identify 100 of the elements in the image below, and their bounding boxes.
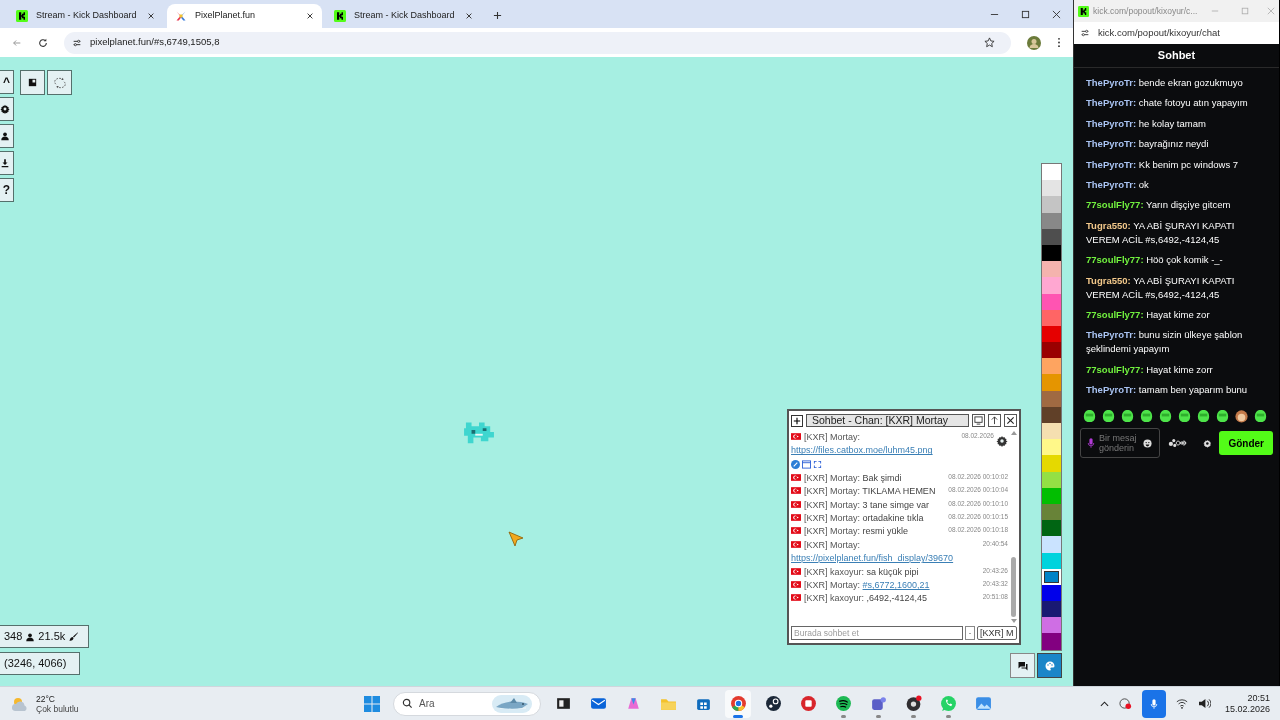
emote-icon[interactable] [1253,407,1268,423]
color-swatch[interactable] [1042,536,1061,553]
color-swatch[interactable] [1042,601,1061,618]
chat-message: Tugra550: YA ABİ ŞURAYI KAPATI VEREM ACİL #s,6492,-4124,45 [1086,273,1236,302]
color-swatch[interactable] [1042,423,1061,440]
emote-icon[interactable] [1120,407,1135,423]
emote-icon[interactable] [1139,407,1154,423]
up-arrow-icon [990,416,999,425]
message-text: sa küçük pipi [866,566,919,577]
color-swatch[interactable] [1042,633,1061,650]
settings-icon [0,104,10,114]
message-text: resmi yükle [862,526,909,537]
security-icon[interactable] [1118,697,1132,710]
color-swatch[interactable] [1042,196,1061,213]
send-button[interactable]: Gönder [1219,431,1273,456]
search-field[interactable]: Ara [393,691,541,716]
clock-date: 15.02.2026 [1224,703,1270,715]
color-swatch[interactable] [1042,455,1061,472]
input-placeholder: Bir mesaj gönderin [1099,433,1138,454]
message-link[interactable]: https://pixelplanet.fun/fish_display/39670 [791,552,981,566]
new-tab-icon[interactable] [493,11,502,20]
flag-icon [791,594,801,602]
tab-title: PixelPlanet.fun [195,9,257,23]
address-bar[interactable]: pixelplanet.fun/#s,6749,1505,8 [64,31,1011,54]
message-author: [KXR] Mortay: [804,526,860,537]
close-button[interactable] [1004,414,1017,427]
color-swatch[interactable] [1042,439,1061,456]
color-swatch[interactable] [1042,520,1061,537]
tool-button[interactable] [20,70,45,95]
emote-icon[interactable] [1234,407,1249,423]
message-link[interactable]: #s,6772,1600,21 [862,580,930,591]
app-icon [974,695,992,712]
close-icon[interactable] [1052,9,1061,19]
color-swatch[interactable] [1042,277,1061,294]
url-text: pixelplanet.fun/#s,6749,1505,8 [90,35,220,50]
volume-icon[interactable] [1197,698,1211,709]
chat-input-field[interactable]: Burada sohbet et [791,626,963,640]
app-icon [799,695,817,712]
color-swatch[interactable] [1042,164,1061,181]
message-text: ortadakine tıkla [862,513,924,524]
close-icon[interactable] [465,12,473,20]
menu-button[interactable]: ^ [0,70,14,94]
color-swatch[interactable] [1042,358,1061,375]
chevron-up-icon[interactable] [1099,700,1109,707]
browser-tab[interactable]: Stream - Kick Dashboard [8,4,163,28]
address-bar[interactable]: kick.com/popout/kixoyur/chat [1074,22,1279,44]
windows-icon[interactable] [364,695,380,712]
browser-tab[interactable]: Stream - Kick Dashboard [326,4,481,28]
menu-icon[interactable] [1057,37,1061,48]
maximize-icon[interactable] [1021,9,1030,19]
maximize-button[interactable] [988,414,1001,427]
send-button[interactable]: · [965,626,975,640]
reload-icon[interactable] [38,37,48,48]
scroll-down-icon [1010,619,1017,623]
message-link[interactable]: https://files.catbox.moe/luhm45.png [791,444,960,458]
chat-message: ThePyroTr: bende ekran gozukmuyo [1086,76,1244,90]
chat-message: ThePyroTr: tamam ben yaparım bunu [1086,383,1249,398]
window-icon[interactable] [802,460,811,470]
emote-icon[interactable] [1196,407,1211,423]
message-author: [KXR] kaxoyur: [804,566,865,577]
emote-icon[interactable] [1158,407,1173,423]
emote-icon[interactable] [1177,407,1192,423]
wifi-icon[interactable] [1175,698,1188,709]
star-icon[interactable] [984,37,995,48]
app-icon [869,695,887,712]
close-icon[interactable] [306,12,314,20]
link-icon[interactable] [791,460,800,470]
browser-tab[interactable]: PixelPlanet.fun [167,4,322,28]
message-input-field[interactable]: Bir mesaj gönderin [1080,428,1160,459]
avatar-icon[interactable] [1027,35,1041,50]
scrollbar[interactable] [1010,431,1017,623]
emote-icon[interactable] [1101,407,1116,423]
color-swatch[interactable] [1042,261,1061,278]
channel-select[interactable]: [KXR] M [977,626,1017,640]
microphone-button[interactable] [1141,689,1166,718]
chat-button[interactable] [1010,653,1035,678]
flag-icon [791,500,801,508]
emote-icon[interactable] [1215,407,1230,423]
site-info-icon [1080,28,1090,38]
expand-icon[interactable] [813,460,822,470]
chat-message: Tugra550: YA ABİ ŞURAYI KAPATI VEREM ACİL #s,6492,-4124,45 [1086,218,1236,247]
color-swatch[interactable] [1042,342,1061,359]
flag-icon [791,473,801,481]
close-icon[interactable] [147,12,155,20]
chat-icon [1016,659,1029,672]
add-button[interactable] [791,414,803,427]
clock[interactable]: 20:51 15.02.2026 [1224,692,1270,715]
points-icon[interactable] [1167,438,1189,449]
settings-icon[interactable] [1202,438,1212,448]
color-swatch[interactable] [1042,617,1061,634]
emote-icon[interactable] [1082,407,1097,423]
window-title: kick.com/popout/kixoyur/c... [1093,4,1198,18]
menu-button[interactable]: ? [0,178,14,202]
color-swatch[interactable] [1042,180,1061,197]
settings-icon[interactable] [996,435,1008,447]
flag-icon [791,567,801,575]
emoji-icon[interactable] [1143,438,1152,448]
color-swatch[interactable] [1042,374,1061,391]
palette-button[interactable] [1037,653,1062,678]
popout-button[interactable] [972,414,985,427]
